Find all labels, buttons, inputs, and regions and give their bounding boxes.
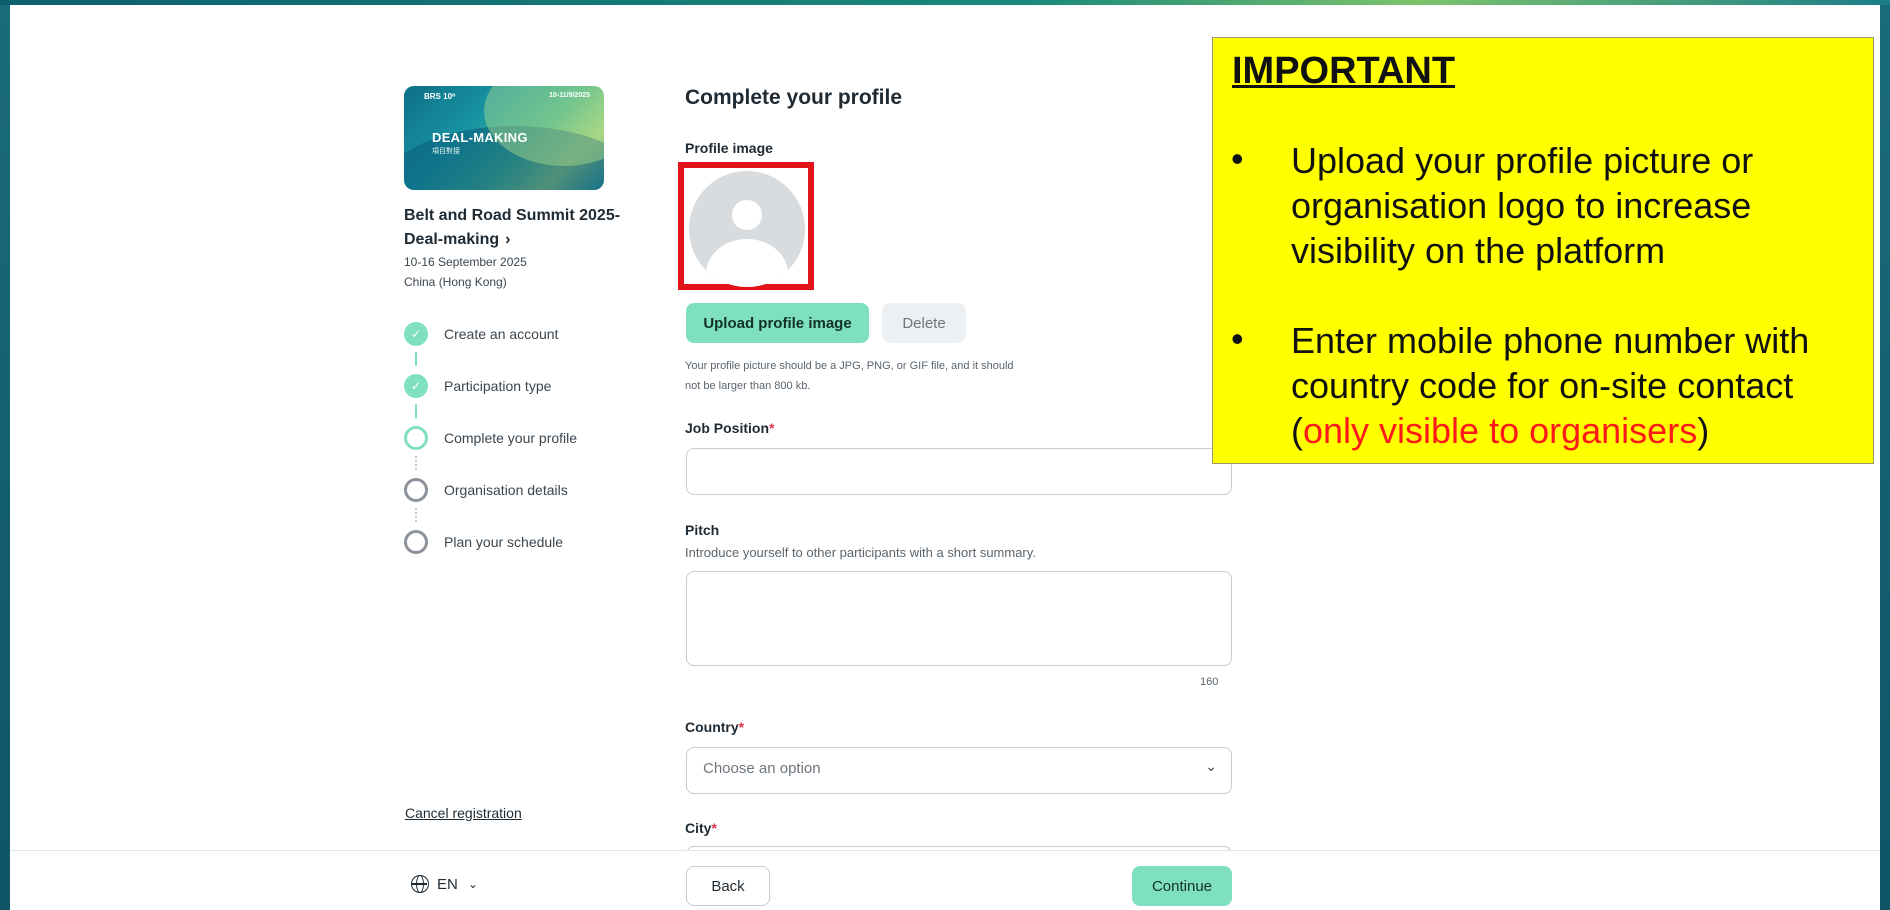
banner-subtitle: 項目對接 bbox=[432, 148, 460, 155]
step-organisation-details: Organisation details bbox=[404, 478, 624, 502]
chevron-down-icon: ⌄ bbox=[467, 877, 478, 891]
country-placeholder: Choose an option bbox=[703, 760, 821, 777]
required-mark: * bbox=[711, 820, 717, 836]
page-title: Complete your profile bbox=[685, 86, 903, 109]
chevron-right-icon: › bbox=[505, 231, 511, 248]
step-plan-schedule: Plan your schedule bbox=[404, 530, 624, 554]
check-icon: ✓ bbox=[404, 374, 428, 398]
country-label-text: Country bbox=[685, 719, 739, 735]
footer-bar bbox=[10, 851, 1880, 910]
back-button[interactable]: Back bbox=[686, 866, 770, 906]
country-label: Country* bbox=[685, 719, 744, 735]
city-label: City* bbox=[685, 820, 717, 836]
country-select[interactable]: Choose an option ⌄ bbox=[686, 747, 1232, 794]
avatar-head bbox=[732, 200, 762, 230]
step-label: Create an account bbox=[444, 326, 559, 342]
avatar-body bbox=[706, 239, 788, 287]
job-position-label: Job Position* bbox=[685, 420, 774, 436]
pending-step-icon bbox=[404, 478, 428, 502]
pending-step-icon bbox=[404, 530, 428, 554]
event-banner-image[interactable]: BRS 10⁰ 10-11/9/2025 DEAL-MAKING 項目對接 bbox=[404, 86, 604, 190]
annotation-item-upload: Upload your profile picture or organisat… bbox=[1291, 140, 1754, 271]
delete-image-button[interactable]: Delete bbox=[882, 303, 966, 343]
step-connector bbox=[415, 508, 417, 522]
upload-profile-image-button[interactable]: Upload profile image bbox=[686, 303, 869, 343]
step-connector bbox=[415, 352, 417, 366]
banner-mark: BRS 10⁰ bbox=[424, 92, 456, 101]
step-connector bbox=[415, 456, 417, 470]
chevron-down-icon: ⌄ bbox=[1205, 758, 1217, 774]
step-label: Plan your schedule bbox=[444, 534, 564, 550]
banner-title: DEAL-MAKING bbox=[432, 130, 528, 145]
annotation-heading: IMPORTANT bbox=[1232, 50, 1456, 92]
job-position-input[interactable] bbox=[686, 448, 1232, 495]
important-annotation-box: IMPORTANT • Upload your profile picture … bbox=[1212, 37, 1874, 464]
event-title-link[interactable]: Belt and Road Summit 2025- Deal-making › bbox=[404, 204, 634, 252]
language-selector[interactable]: EN ⌄ bbox=[411, 875, 478, 893]
required-mark: * bbox=[738, 719, 745, 735]
step-label: Complete your profile bbox=[444, 430, 578, 446]
banner-date: 10-11/9/2025 bbox=[549, 92, 590, 99]
event-title: Belt and Road Summit 2025- Deal-making bbox=[404, 207, 621, 248]
cancel-registration-link[interactable]: Cancel registration bbox=[405, 805, 522, 821]
event-meta: 10-16 September 2025 China (Hong Kong) bbox=[404, 252, 527, 292]
step-label: Participation type bbox=[444, 378, 552, 394]
avatar-placeholder-icon[interactable] bbox=[689, 171, 805, 287]
footer-divider bbox=[10, 850, 1880, 851]
language-code: EN bbox=[437, 875, 458, 893]
event-dates: 10-16 September 2025 bbox=[404, 255, 527, 269]
annotation-item-phone-close: ) bbox=[1697, 410, 1710, 451]
city-label-text: City bbox=[685, 820, 712, 836]
step-label: Organisation details bbox=[444, 482, 568, 498]
pitch-character-counter: 160 bbox=[1200, 676, 1219, 688]
job-position-label-text: Job Position bbox=[685, 420, 769, 436]
annotation-item-phone: Enter mobile phone number with country c… bbox=[1291, 318, 1861, 453]
profile-image-label: Profile image bbox=[685, 140, 773, 156]
image-requirements-hint: Your profile picture should be a JPG, PN… bbox=[685, 360, 1014, 392]
globe-icon bbox=[411, 875, 429, 893]
step-participation-type: ✓ Participation type bbox=[404, 374, 624, 398]
step-complete-profile: Complete your profile bbox=[404, 426, 624, 450]
step-connector bbox=[415, 404, 417, 418]
current-step-icon bbox=[404, 426, 428, 450]
pitch-label: Pitch bbox=[685, 522, 720, 538]
avatar-highlight-box bbox=[678, 162, 814, 290]
bullet-icon: • bbox=[1231, 138, 1244, 179]
check-icon: ✓ bbox=[404, 322, 428, 346]
required-mark: * bbox=[769, 420, 775, 436]
event-location: China (Hong Kong) bbox=[404, 275, 507, 289]
annotation-item-phone-highlight: only visible to organisers bbox=[1303, 410, 1698, 451]
pitch-sublabel: Introduce yourself to other participants… bbox=[685, 545, 1036, 560]
bullet-icon: • bbox=[1231, 318, 1244, 359]
continue-button[interactable]: Continue bbox=[1132, 866, 1232, 906]
pitch-textarea[interactable] bbox=[686, 571, 1232, 666]
step-create-account: ✓ Create an account bbox=[404, 322, 624, 346]
